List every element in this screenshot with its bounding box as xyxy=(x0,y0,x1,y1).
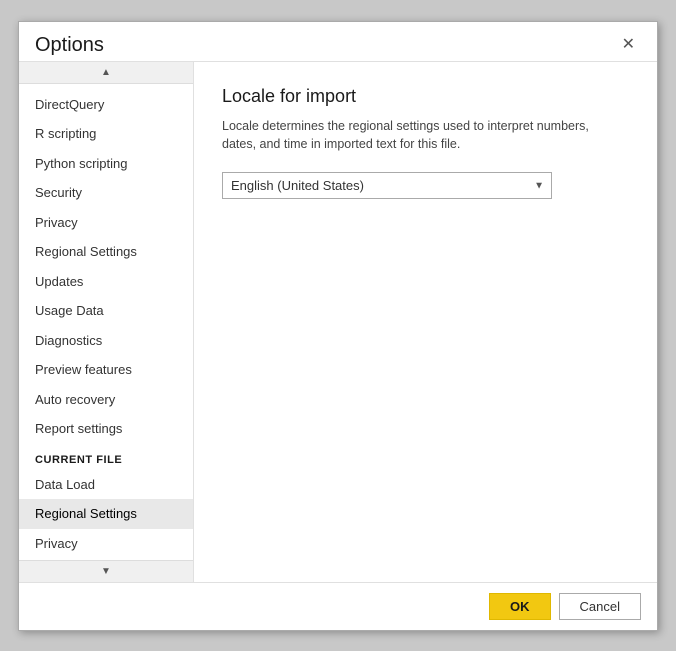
cancel-button[interactable]: Cancel xyxy=(559,593,641,620)
dialog-title: Options xyxy=(35,34,104,57)
sidebar-item-python-scripting[interactable]: Python scripting xyxy=(19,149,193,179)
sidebar-item-regional-settings[interactable]: Regional Settings xyxy=(19,237,193,267)
sidebar: ▲ DirectQueryR scriptingPython scripting… xyxy=(19,62,194,582)
sidebar-item-regional-settings-file[interactable]: Regional Settings xyxy=(19,499,193,529)
sidebar-item-diagnostics[interactable]: Diagnostics xyxy=(19,326,193,356)
scroll-up-arrow[interactable]: ▲ xyxy=(19,62,193,84)
close-button[interactable]: ✕ xyxy=(616,35,641,55)
content-description: Locale determines the regional settings … xyxy=(222,117,602,155)
sidebar-scroll[interactable]: DirectQueryR scriptingPython scriptingSe… xyxy=(19,84,193,560)
sidebar-item-data-load[interactable]: Data Load xyxy=(19,470,193,500)
dialog-body: ▲ DirectQueryR scriptingPython scripting… xyxy=(19,61,657,582)
content-area: Locale for import Locale determines the … xyxy=(194,62,657,582)
sidebar-item-preview-features[interactable]: Preview features xyxy=(19,355,193,385)
chevron-down-icon: ▼ xyxy=(101,566,111,577)
sidebar-item-privacy-file[interactable]: Privacy xyxy=(19,529,193,559)
locale-select-wrapper: English (United States)English (United K… xyxy=(222,172,552,199)
chevron-up-icon: ▲ xyxy=(101,67,111,78)
options-dialog: Options ✕ ▲ DirectQueryR scriptingPython… xyxy=(18,21,658,631)
titlebar: Options ✕ xyxy=(19,22,657,61)
ok-button[interactable]: OK xyxy=(489,593,551,620)
sidebar-item-report-settings[interactable]: Report settings xyxy=(19,414,193,444)
sidebar-item-security[interactable]: Security xyxy=(19,178,193,208)
scroll-down-arrow[interactable]: ▼ xyxy=(19,560,193,582)
sidebar-item-r-scripting[interactable]: R scripting xyxy=(19,119,193,149)
sidebar-item-directquery[interactable]: DirectQuery xyxy=(19,90,193,120)
sidebar-item-privacy[interactable]: Privacy xyxy=(19,208,193,238)
current-file-header: CURRENT FILE xyxy=(19,444,193,470)
locale-select[interactable]: English (United States)English (United K… xyxy=(222,172,552,199)
sidebar-item-updates[interactable]: Updates xyxy=(19,267,193,297)
sidebar-item-auto-recovery[interactable]: Auto recovery xyxy=(19,385,193,415)
sidebar-item-usage-data[interactable]: Usage Data xyxy=(19,296,193,326)
dialog-footer: OK Cancel xyxy=(19,582,657,630)
sidebar-global-section: DirectQueryR scriptingPython scriptingSe… xyxy=(19,90,193,444)
sidebar-file-section: Data LoadRegional SettingsPrivacyAuto re… xyxy=(19,470,193,560)
content-title: Locale for import xyxy=(222,86,629,107)
